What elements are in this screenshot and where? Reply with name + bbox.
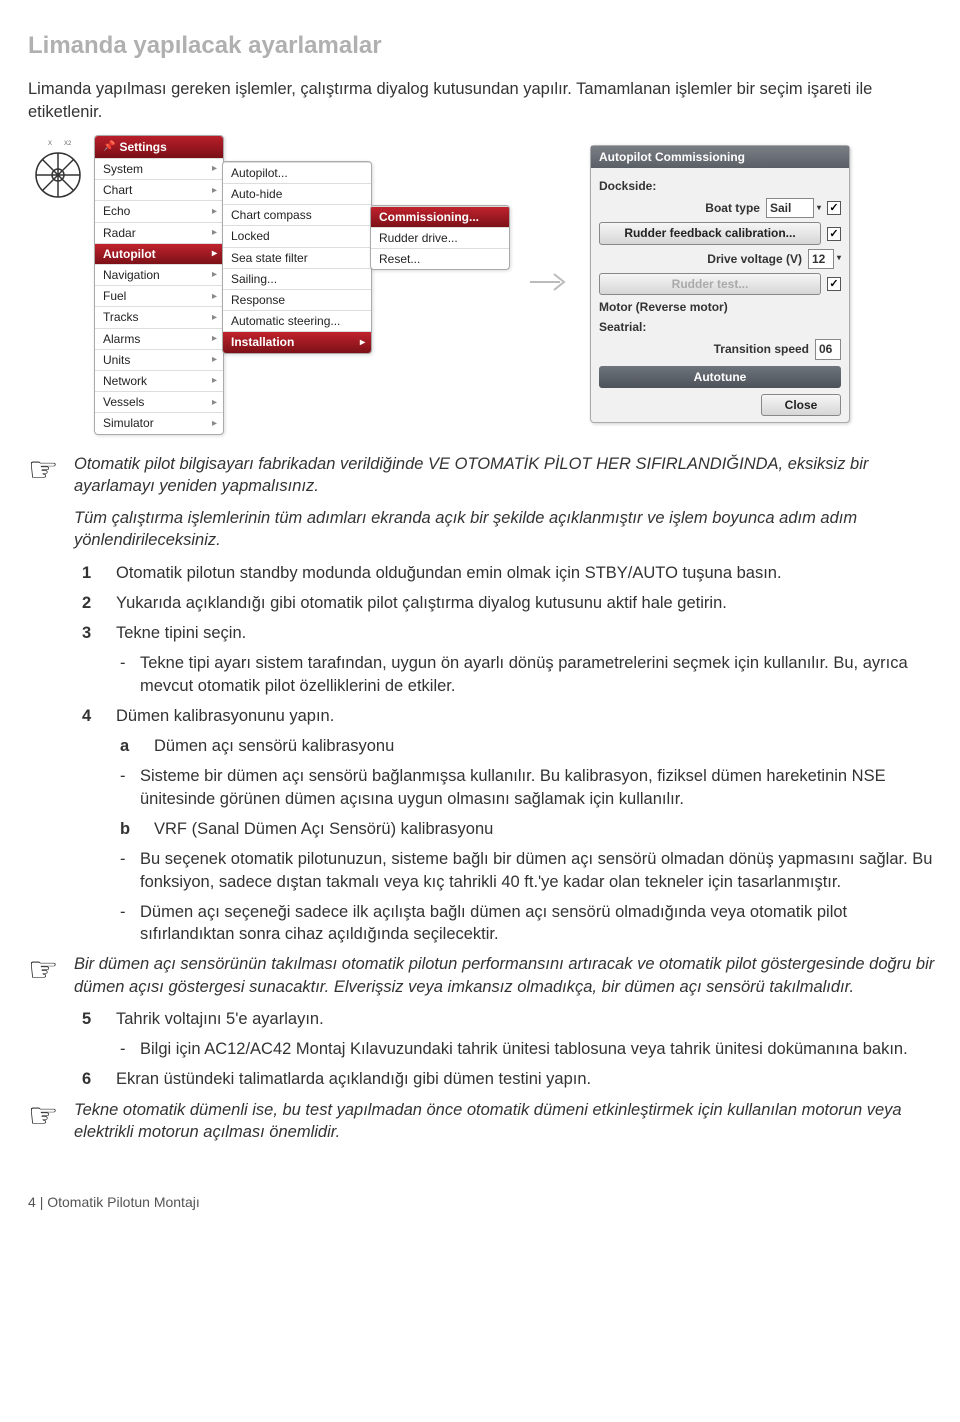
intro-text: Limanda yapılması gereken işlemler, çalı… [28,78,946,123]
step-1: 1Otomatik pilotun standby modunda olduğu… [82,562,946,584]
step-4b: bVRF (Sanal Dümen Açı Sensörü) kalibrasy… [120,818,946,840]
wheel-icon: X X2 [28,135,98,211]
settings-item-navigation[interactable]: Navigation▸ [95,264,223,285]
installation-submenu[interactable]: Commissioning... Rudder drive... Reset..… [370,205,510,271]
seatrial-label: Seatrial: [599,319,841,335]
dockside-label: Dockside: [599,178,841,194]
step-5: 5Tahrik voltajını 5'e ayarlayın. [82,1008,946,1030]
step-6: 6Ekran üstündeki talimatlarda açıklandığ… [82,1068,946,1090]
close-button[interactable]: Close [761,394,841,416]
step-3-dash: -Tekne tipi ayarı sistem tarafından, uyg… [120,652,946,697]
settings-item-chart[interactable]: Chart▸ [95,179,223,200]
pointing-hand-icon: ☞ [28,953,68,987]
settings-item-network[interactable]: Network▸ [95,370,223,391]
note-2: ☞ Bir dümen açı sensörünün takılması oto… [28,953,946,1008]
step-5-dash: -Bilgi için AC12/AC42 Montaj Kılavuzunda… [120,1038,946,1060]
note-1-text-a: Otomatik pilot bilgisayarı fabrikadan ve… [74,453,946,498]
pointing-hand-icon: ☞ [28,1099,68,1133]
step-4b-dash2: -Dümen açı seçeneği sadece ilk açılışta … [120,901,946,946]
figure-area: X X2 📌Settings System▸ Chart▸ Echo▸ Rada… [28,135,946,435]
submenu-autopilot[interactable]: Autopilot... [223,162,371,183]
transition-speed-input[interactable]: 06 [815,339,841,359]
step-4a-dash: -Sisteme bir dümen açı sensörü bağlanmış… [120,765,946,810]
step-2: 2Yukarıda açıklandığı gibi otomatik pilo… [82,592,946,614]
pointing-hand-icon: ☞ [28,453,68,487]
submenu-sailing[interactable]: Sailing... [223,268,371,289]
settings-menu[interactable]: 📌Settings System▸ Chart▸ Echo▸ Radar▸ Au… [94,135,224,435]
menu-cascade: 📌Settings System▸ Chart▸ Echo▸ Radar▸ Au… [94,135,510,435]
boat-type-input[interactable]: Sail [766,198,814,218]
steps-block-2: 5Tahrik voltajını 5'e ayarlayın. -Bilgi … [82,1008,946,1091]
submenu-rudderdrive[interactable]: Rudder drive... [371,227,509,248]
note-3-text: Tekne otomatik dümenli ise, bu test yapı… [74,1099,946,1144]
settings-item-echo[interactable]: Echo▸ [95,200,223,221]
page-title: Limanda yapılacak ayarlamalar [28,30,946,62]
transition-speed-row: Transition speed 06 [599,339,841,359]
settings-item-fuel[interactable]: Fuel▸ [95,285,223,306]
drive-voltage-label: Drive voltage (V) [707,251,802,267]
settings-item-autopilot[interactable]: Autopilot▸ [95,243,223,264]
drive-voltage-row: Drive voltage (V) 12 ▾ [599,249,841,269]
rudder-calibration-button[interactable]: Rudder feedback calibration... [599,222,821,244]
settings-item-system[interactable]: System▸ [95,158,223,179]
autopilot-submenu[interactable]: Autopilot... Auto-hide Chart compass Loc… [222,161,372,354]
submenu-autosteer[interactable]: Automatic steering... [223,310,371,331]
drive-voltage-input[interactable]: 12 [808,249,834,269]
submenu-commissioning[interactable]: Commissioning... [371,206,509,227]
step-4b-dash1: -Bu seçenek otomatik pilotunuzun, sistem… [120,848,946,893]
note-2-text: Bir dümen açı sensörünün takılması otoma… [74,953,946,998]
note-1-text-b: Tüm çalıştırma işlemlerinin tüm adımları… [74,507,946,552]
rudder-cal-check[interactable] [827,227,841,241]
submenu-response[interactable]: Response [223,289,371,310]
note-1: ☞ Otomatik pilot bilgisayarı fabrikadan … [28,453,946,562]
page-number: 4 [28,1194,36,1210]
steps-block: 1Otomatik pilotun standby modunda olduğu… [82,562,946,946]
settings-item-units[interactable]: Units▸ [95,349,223,370]
motor-label: Motor (Reverse motor) [599,299,841,315]
settings-item-simulator[interactable]: Simulator▸ [95,412,223,433]
boat-type-label: Boat type [705,200,760,216]
submenu-installation[interactable]: Installation▸ [223,331,371,352]
footer-section: Otomatik Pilotun Montajı [47,1194,200,1210]
svg-text:X2: X2 [64,141,72,147]
footer-sep: | [40,1194,44,1210]
autotune-button[interactable]: Autotune [599,366,841,388]
commissioning-dialog: Autopilot Commissioning Dockside: Boat t… [590,145,850,423]
boat-type-check[interactable] [827,201,841,215]
settings-item-vessels[interactable]: Vessels▸ [95,391,223,412]
dialog-title: Autopilot Commissioning [591,146,849,168]
submenu-autohide[interactable]: Auto-hide [223,183,371,204]
arrow-icon [528,266,572,304]
note-3: ☞ Tekne otomatik dümenli ise, bu test ya… [28,1099,946,1154]
submenu-reset[interactable]: Reset... [371,248,509,269]
step-4a: aDümen açı sensörü kalibrasyonu [120,735,946,757]
settings-item-alarms[interactable]: Alarms▸ [95,328,223,349]
svg-text:X: X [48,141,52,147]
rudder-test-button[interactable]: Rudder test... [599,273,821,295]
transition-speed-label: Transition speed [714,341,809,357]
settings-item-tracks[interactable]: Tracks▸ [95,306,223,327]
settings-menu-header: 📌Settings [95,136,223,158]
step-3: 3Tekne tipini seçin. [82,622,946,644]
page-footer: 4 | Otomatik Pilotun Montajı [28,1193,946,1212]
submenu-chartcompass[interactable]: Chart compass [223,204,371,225]
settings-item-radar[interactable]: Radar▸ [95,222,223,243]
boat-type-row: Boat type Sail ▾ [599,198,841,218]
submenu-seastate[interactable]: Sea state filter [223,247,371,268]
submenu-locked[interactable]: Locked [223,225,371,246]
step-4: 4Dümen kalibrasyonunu yapın. [82,705,946,727]
rudder-test-check[interactable] [827,277,841,291]
